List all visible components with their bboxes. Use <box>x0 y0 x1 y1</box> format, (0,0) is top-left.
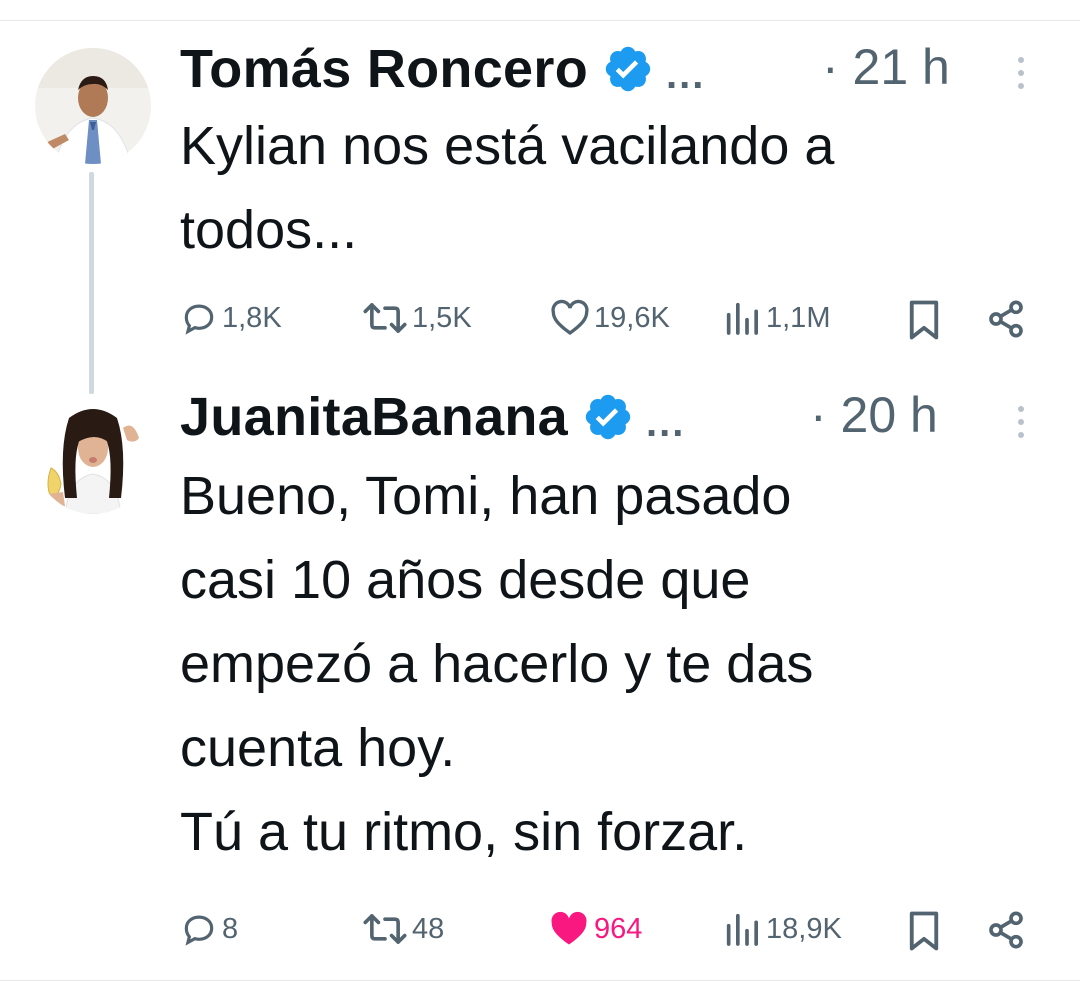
man-pointing-avatar-image <box>35 48 151 164</box>
like-icon <box>551 299 589 336</box>
share-icon <box>989 911 1023 949</box>
timestamp[interactable]: · 20 h <box>810 386 938 444</box>
tweet-header: JuanitaBanana ... <box>180 386 685 448</box>
thread-connector-line <box>89 172 94 394</box>
tweet-header: Tomás Roncero ... <box>180 38 705 100</box>
retweet-count: 48 <box>412 912 445 945</box>
author-name[interactable]: JuanitaBanana <box>180 386 568 448</box>
timestamp[interactable]: · 21 h <box>822 38 950 96</box>
bottom-divider <box>0 980 1080 981</box>
views-count: 18,9K <box>766 912 842 945</box>
views-button[interactable]: 1,1M <box>722 299 830 337</box>
like-icon <box>551 911 587 945</box>
reply-button[interactable]: 8 <box>180 910 238 948</box>
bookmark-icon <box>909 300 939 340</box>
name-truncation: ... <box>665 52 706 97</box>
avatar[interactable] <box>35 398 151 514</box>
retweet-icon <box>363 303 407 333</box>
reply-icon <box>184 304 214 335</box>
tweet-text-line: Bueno, Tomi, han pasado <box>180 466 792 526</box>
share-button[interactable] <box>986 299 1026 339</box>
tweet-text: Bueno, Tomi, han pasado casi 10 años des… <box>180 454 813 874</box>
bookmark-button[interactable] <box>906 910 942 952</box>
views-icon <box>726 913 758 946</box>
like-count: 964 <box>594 912 643 945</box>
reply-button[interactable]: 1,8K <box>180 299 282 337</box>
like-button[interactable]: 19,6K <box>550 299 670 337</box>
more-options-icon[interactable] <box>1016 57 1026 96</box>
views-icon <box>726 302 758 335</box>
tweet-text-line: cuenta hoy. <box>180 718 456 778</box>
bookmark-icon <box>909 911 939 951</box>
top-divider <box>0 20 1080 21</box>
views-button[interactable]: 18,9K <box>722 910 842 948</box>
reply-icon <box>184 915 214 946</box>
share-icon <box>989 300 1023 338</box>
tweet-text-line: Kylian nos está vacilando a <box>180 116 835 176</box>
tweet-text-line: Tú a tu ritmo, sin forzar. <box>180 802 748 862</box>
retweet-button[interactable]: 1,5K <box>362 299 472 337</box>
like-count: 19,6K <box>594 301 670 334</box>
tweet-text-line: empezó a hacerlo y te das <box>180 634 814 694</box>
retweet-icon <box>363 914 407 944</box>
bookmark-button[interactable] <box>906 299 942 341</box>
views-count: 1,1M <box>766 301 831 334</box>
verified-badge-icon <box>582 391 634 443</box>
more-options-icon[interactable] <box>1016 406 1026 445</box>
avatar[interactable] <box>35 48 151 164</box>
name-truncation: ... <box>646 400 686 445</box>
reply-count: 8 <box>222 912 239 945</box>
author-name[interactable]: Tomás Roncero <box>180 38 588 100</box>
tweet-actions: 8 48 964 18,9K <box>0 910 1080 954</box>
tweet-actions: 1,8K 1,5K 19,6K 1,1M <box>0 299 1080 343</box>
verified-badge-icon <box>602 43 654 95</box>
tweet-text: Kylian nos está vacilando a todos... <box>180 104 834 272</box>
tweet-text-line: casi 10 años desde que <box>180 550 751 610</box>
like-button[interactable]: 964 <box>548 910 642 948</box>
share-button[interactable] <box>986 910 1026 950</box>
retweet-button[interactable]: 48 <box>362 910 444 948</box>
tweet-text-line: todos... <box>180 200 358 260</box>
retweet-count: 1,5K <box>412 301 472 334</box>
reply-count: 1,8K <box>222 301 282 334</box>
woman-with-banana-avatar-image <box>35 398 151 514</box>
